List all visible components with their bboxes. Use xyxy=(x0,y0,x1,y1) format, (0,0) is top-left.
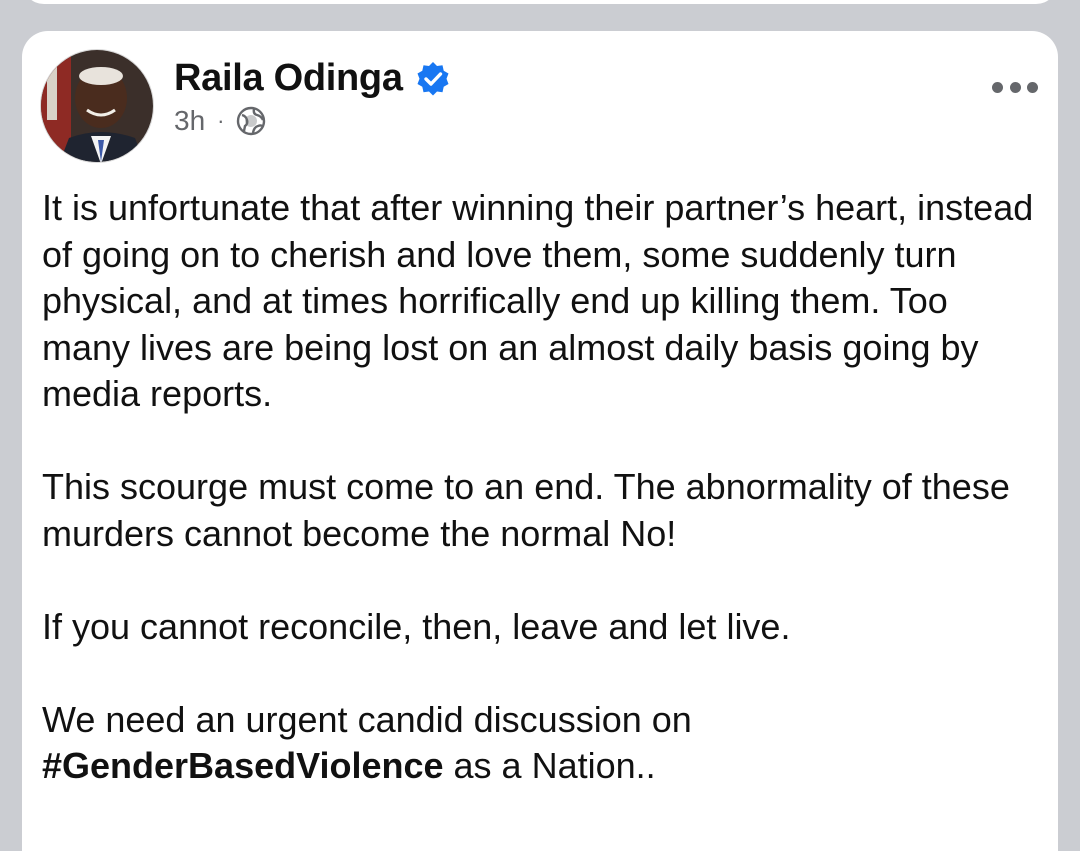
avatar-image xyxy=(41,50,153,162)
post-closing-text: as a Nation.. xyxy=(443,745,656,786)
previous-post-card xyxy=(22,0,1058,4)
post-paragraph: If you cannot reconcile, then, leave and… xyxy=(42,605,791,647)
post-card: Raila Odinga 3h · It is unfortunate that xyxy=(22,31,1058,851)
post-paragraph-text: We need an urgent candid discussion on xyxy=(42,698,692,740)
more-dot xyxy=(1027,81,1038,93)
author-avatar[interactable] xyxy=(40,49,154,163)
author-name[interactable]: Raila Odinga xyxy=(174,57,403,100)
post-timestamp[interactable]: 3h xyxy=(174,105,205,137)
post-meta: 3h · xyxy=(174,105,266,137)
more-options-icon[interactable] xyxy=(992,79,1038,95)
post-paragraph: This scourge must come to an end. The ab… xyxy=(42,466,1010,554)
post-text: It is unfortunate that after winning the… xyxy=(42,185,1042,790)
post-paragraph: It is unfortunate that after winning the… xyxy=(42,187,1034,414)
hashtag-link[interactable]: #GenderBasedViolence xyxy=(42,745,444,786)
globe-icon[interactable] xyxy=(236,106,266,136)
verified-badge-icon xyxy=(415,61,451,97)
more-dot xyxy=(1009,81,1021,93)
post-paragraph: We need an urgent candid discussion on #G… xyxy=(42,697,1042,790)
meta-separator: · xyxy=(217,108,225,133)
more-dot xyxy=(992,81,1003,93)
author-row: Raila Odinga xyxy=(174,57,451,100)
